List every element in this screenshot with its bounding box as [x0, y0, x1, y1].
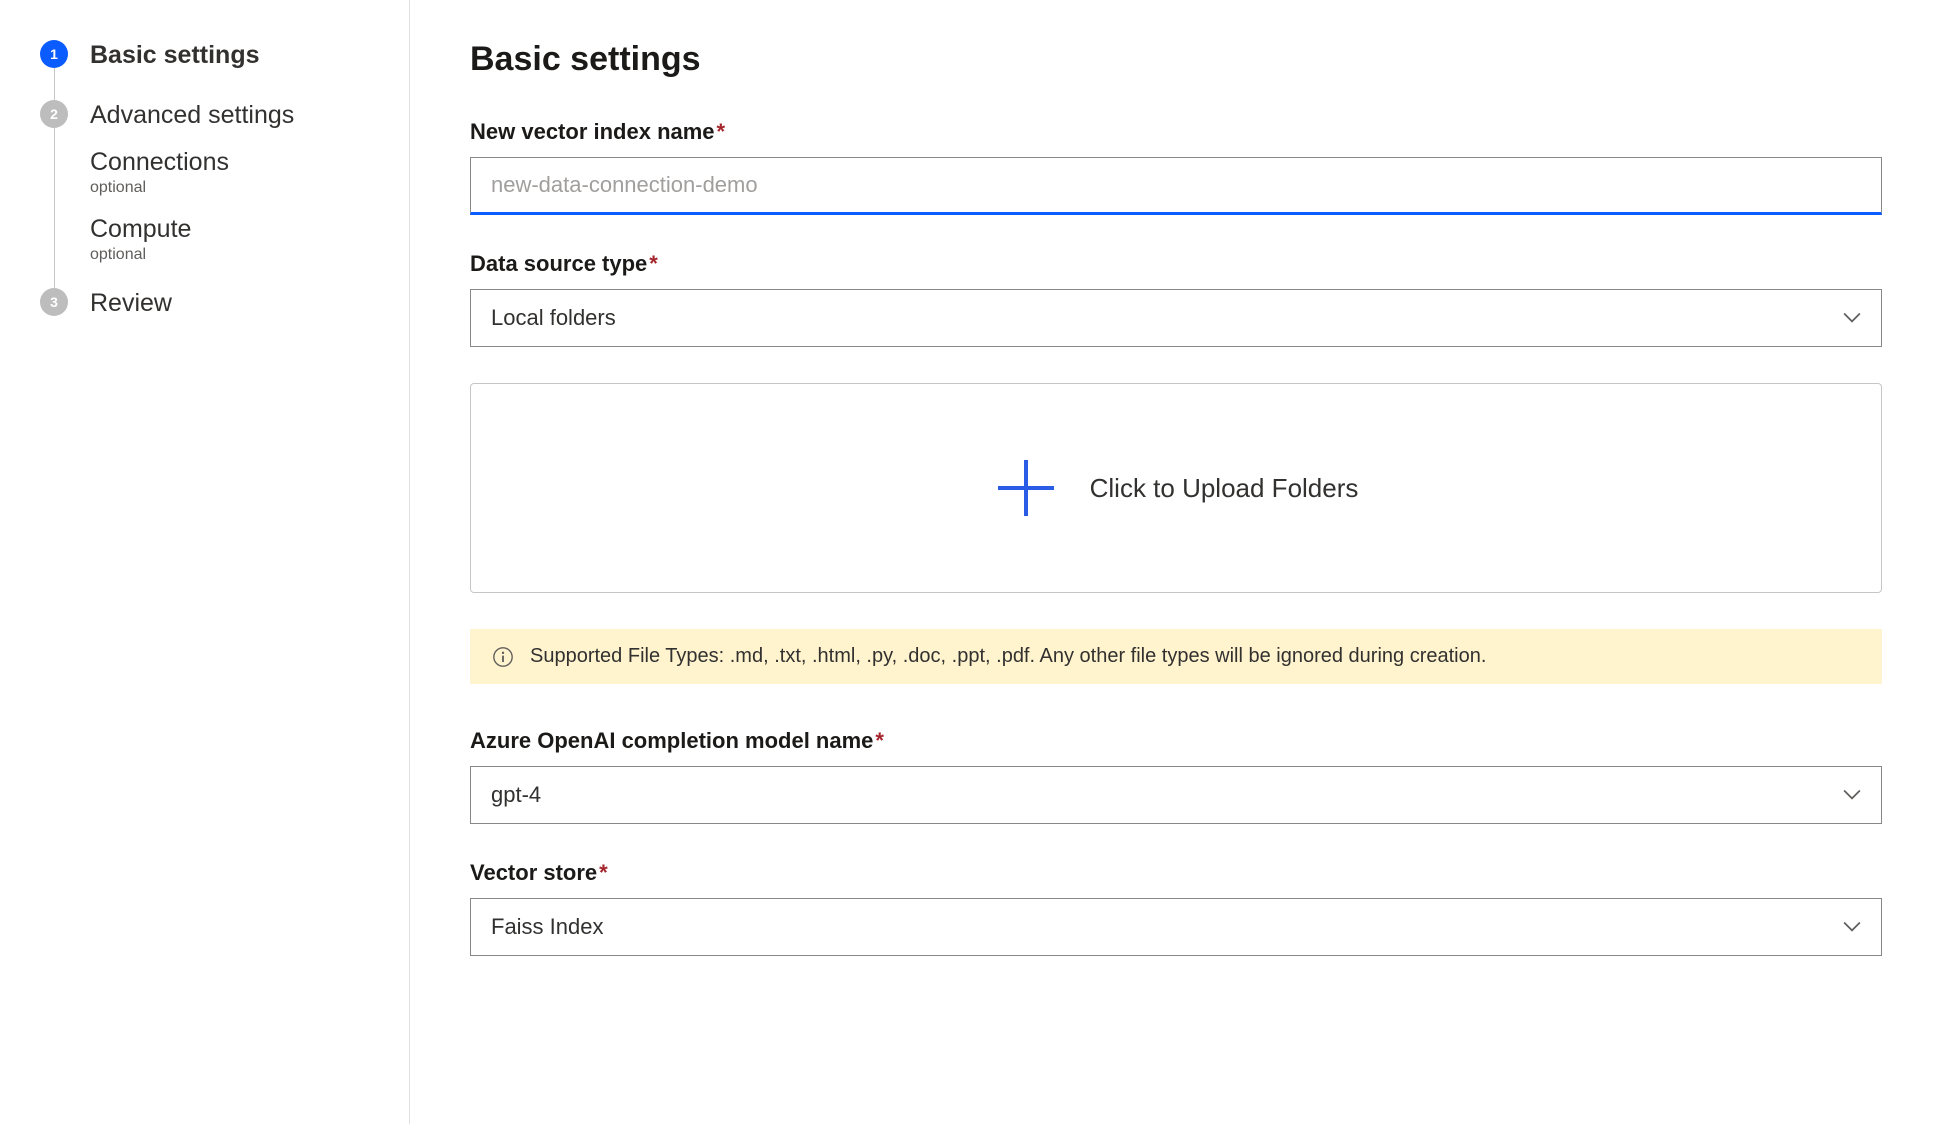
step-number-2: 2 [40, 100, 68, 128]
substep-label: Compute [90, 215, 294, 244]
field-label: Vector store* [470, 860, 1882, 886]
required-indicator: * [717, 119, 726, 144]
main-panel: Basic settings New vector index name* Da… [410, 0, 1942, 1124]
step-review[interactable]: 3 Review [40, 288, 379, 348]
step-label: Basic settings [90, 40, 260, 70]
required-indicator: * [599, 860, 608, 885]
step-connector [54, 68, 55, 100]
field-label: Data source type* [470, 251, 1882, 277]
select-value: Faiss Index [491, 914, 604, 940]
field-vector-store: Vector store* Faiss Index [470, 860, 1882, 956]
step-number-1: 1 [40, 40, 68, 68]
completion-model-select[interactable]: gpt-4 [470, 766, 1882, 824]
chevron-down-icon [1843, 309, 1861, 327]
field-index-name: New vector index name* [470, 119, 1882, 215]
page-title: Basic settings [470, 40, 1882, 79]
select-value: gpt-4 [491, 782, 541, 808]
upload-text: Click to Upload Folders [1090, 473, 1359, 504]
step-number-3: 3 [40, 288, 68, 316]
chevron-down-icon [1843, 918, 1861, 936]
substep-tag: optional [90, 246, 294, 264]
info-text: Supported File Types: .md, .txt, .html, … [530, 645, 1486, 668]
required-indicator: * [875, 728, 884, 753]
substep-connections[interactable]: Connections optional [90, 148, 294, 197]
substep-tag: optional [90, 179, 294, 197]
chevron-down-icon [1843, 786, 1861, 804]
data-source-type-select[interactable]: Local folders [470, 289, 1882, 347]
field-data-source-type: Data source type* Local folders [470, 251, 1882, 347]
substep-label: Connections [90, 148, 294, 177]
wizard-sidebar: 1 Basic settings 2 Advanced settings Con… [0, 0, 410, 1124]
step-label: Review [90, 288, 172, 318]
info-icon [492, 646, 514, 668]
step-basic-settings[interactable]: 1 Basic settings [40, 40, 379, 100]
supported-file-types-info: Supported File Types: .md, .txt, .html, … [470, 629, 1882, 684]
select-value: Local folders [491, 305, 616, 331]
substep-compute[interactable]: Compute optional [90, 215, 294, 264]
required-indicator: * [649, 251, 658, 276]
step-label: Advanced settings [90, 100, 294, 130]
plus-icon [994, 456, 1058, 520]
field-completion-model: Azure OpenAI completion model name* gpt-… [470, 728, 1882, 824]
upload-folders-zone[interactable]: Click to Upload Folders [470, 383, 1882, 593]
step-connector [54, 128, 55, 288]
index-name-input[interactable] [470, 157, 1882, 215]
field-label: New vector index name* [470, 119, 1882, 145]
field-label: Azure OpenAI completion model name* [470, 728, 1882, 754]
vector-store-select[interactable]: Faiss Index [470, 898, 1882, 956]
step-advanced-settings[interactable]: 2 Advanced settings Connections optional… [40, 100, 379, 288]
